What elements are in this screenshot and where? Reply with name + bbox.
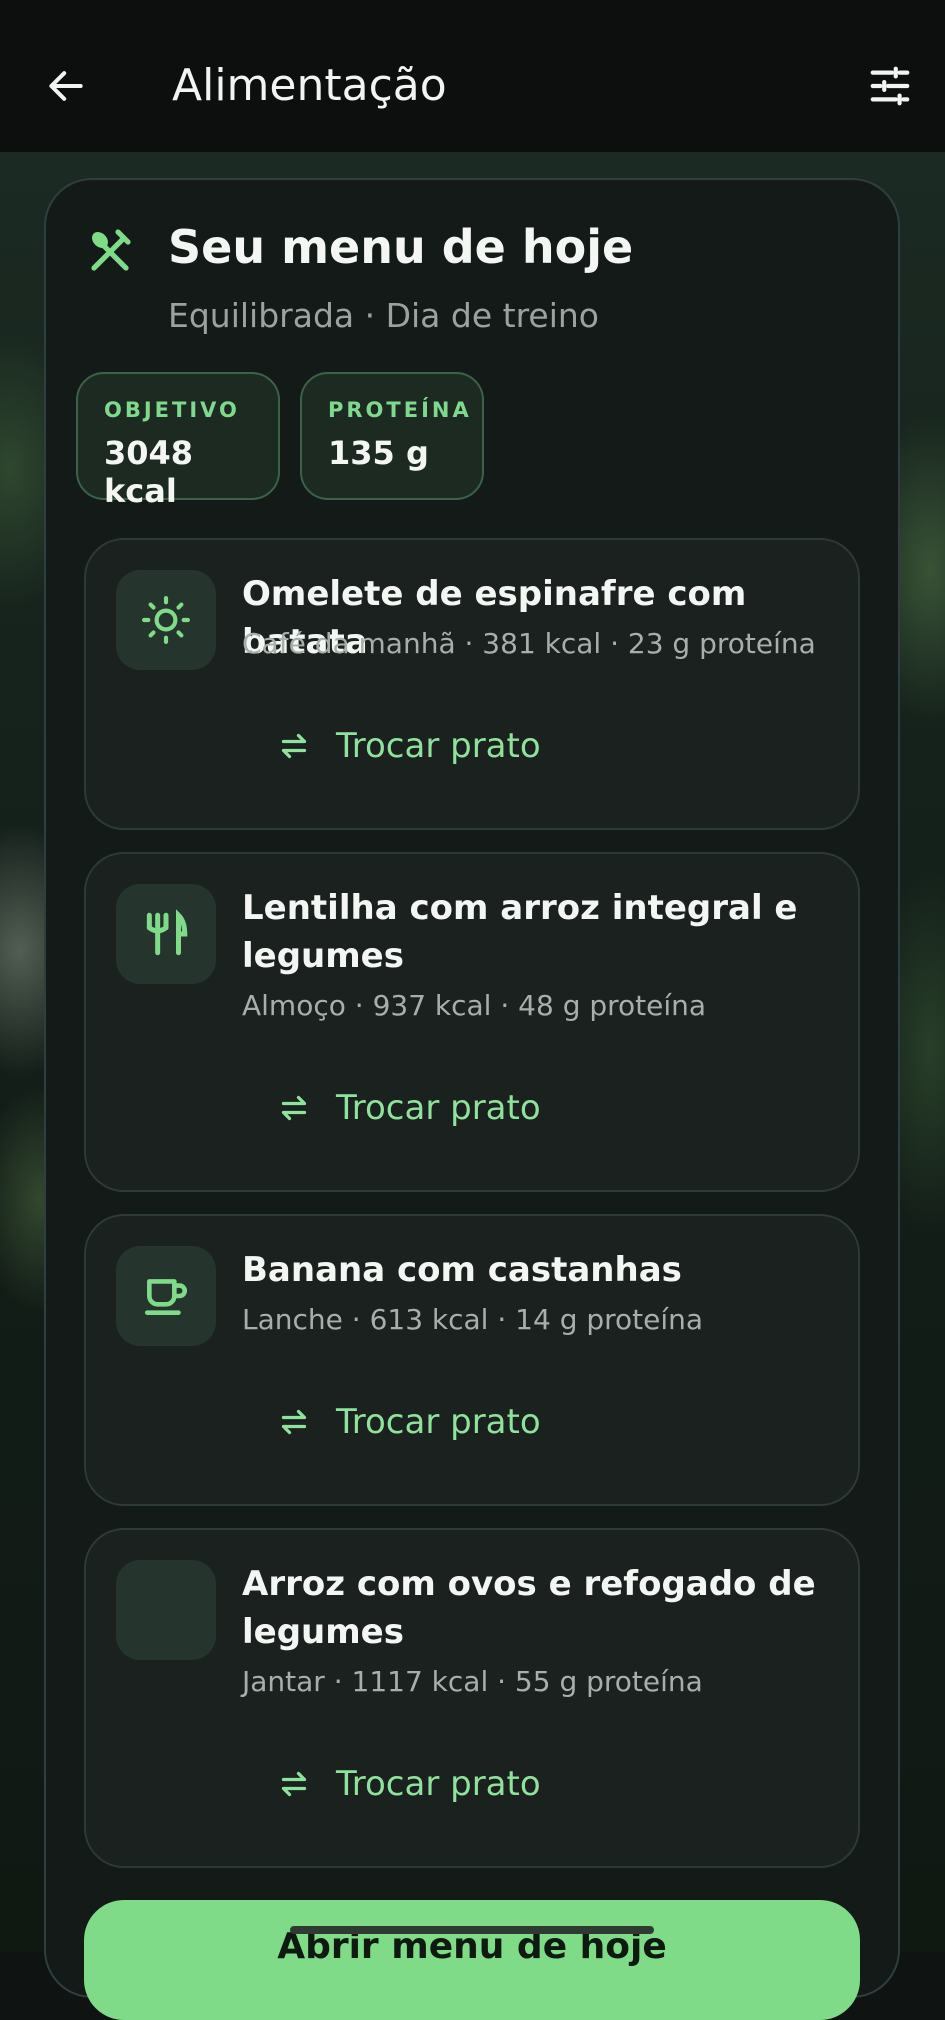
swap-arrows-icon bbox=[281, 733, 307, 759]
swap-dish-button[interactable]: Trocar prato bbox=[276, 1394, 541, 1450]
meal-icon-badge bbox=[116, 1246, 216, 1346]
swap-dish-label: Trocar prato bbox=[336, 1402, 541, 1442]
meal-icon-badge bbox=[116, 884, 216, 984]
utensils-crossed-icon bbox=[91, 229, 131, 271]
meal-name: Lentilha com arroz integral e legumes bbox=[242, 888, 798, 976]
home-indicator[interactable] bbox=[290, 1926, 654, 1934]
meal-info: Almoço · 937 kcal · 48 g proteína bbox=[242, 989, 707, 1022]
meal-icon-badge bbox=[116, 1560, 216, 1660]
filter-button[interactable] bbox=[860, 56, 920, 116]
swap-arrows-icon bbox=[281, 1409, 307, 1435]
back-button[interactable] bbox=[36, 56, 96, 116]
sun-icon bbox=[142, 596, 190, 644]
meal-card-breakfast: Omelete de espinafre com batata Café da … bbox=[84, 538, 860, 830]
stat-protein: PROTEÍNA 135 g bbox=[300, 372, 484, 500]
app-bar: Alimentação bbox=[0, 0, 945, 152]
swap-arrows-icon bbox=[281, 1771, 307, 1797]
meal-name: Arroz com ovos e refogado de legumes bbox=[242, 1564, 816, 1652]
meal-icon-badge bbox=[116, 570, 216, 670]
menu-title: Seu menu de hoje bbox=[168, 220, 634, 274]
coffee-cup-icon bbox=[144, 1279, 187, 1315]
swap-dish-button[interactable]: Trocar prato bbox=[276, 1080, 541, 1136]
meal-card-lunch: Lentilha com arroz integral e legumes Al… bbox=[84, 852, 860, 1192]
stat-goal-value: 3048 kcal bbox=[104, 434, 194, 510]
fork-knife-icon bbox=[146, 909, 188, 956]
arrow-left-icon bbox=[49, 71, 83, 101]
menu-subtitle: Equilibrada · Dia de treino bbox=[168, 296, 599, 335]
stat-goal-label: OBJETIVO bbox=[104, 398, 240, 422]
stat-goal: OBJETIVO 3048 kcal bbox=[76, 372, 280, 510]
meal-card-snack: Banana com castanhas Lanche · 613 kcal ·… bbox=[84, 1214, 860, 1506]
meal-info: Café da manhã · 381 kcal · 23 g proteína bbox=[242, 627, 816, 660]
swap-dish-label: Trocar prato bbox=[336, 1764, 541, 1804]
stat-protein-value: 135 g bbox=[328, 434, 429, 472]
meal-card-dinner: Arroz com ovos e refogado de legumes Jan… bbox=[84, 1528, 860, 1868]
swap-dish-button[interactable]: Trocar prato bbox=[276, 718, 541, 774]
meal-info: Jantar · 1117 kcal · 55 g proteína bbox=[242, 1665, 703, 1698]
stat-protein-label: PROTEÍNA bbox=[328, 398, 472, 422]
moon-icon bbox=[153, 1591, 173, 1629]
swap-dish-label: Trocar prato bbox=[336, 1088, 541, 1128]
swap-arrows-icon bbox=[281, 1095, 307, 1121]
page-title: Alimentação bbox=[172, 60, 447, 111]
swap-dish-button[interactable]: Trocar prato bbox=[276, 1756, 541, 1812]
open-today-menu-button[interactable]: Abrir menu de hoje bbox=[84, 1900, 860, 2020]
meal-name: Banana com castanhas bbox=[242, 1250, 682, 1290]
meal-info: Lanche · 613 kcal · 14 g proteína bbox=[242, 1303, 704, 1336]
swap-dish-label: Trocar prato bbox=[336, 726, 541, 766]
today-menu-panel: Seu menu de hoje Equilibrada · Dia de tr… bbox=[44, 178, 900, 2020]
sliders-icon bbox=[870, 66, 910, 106]
